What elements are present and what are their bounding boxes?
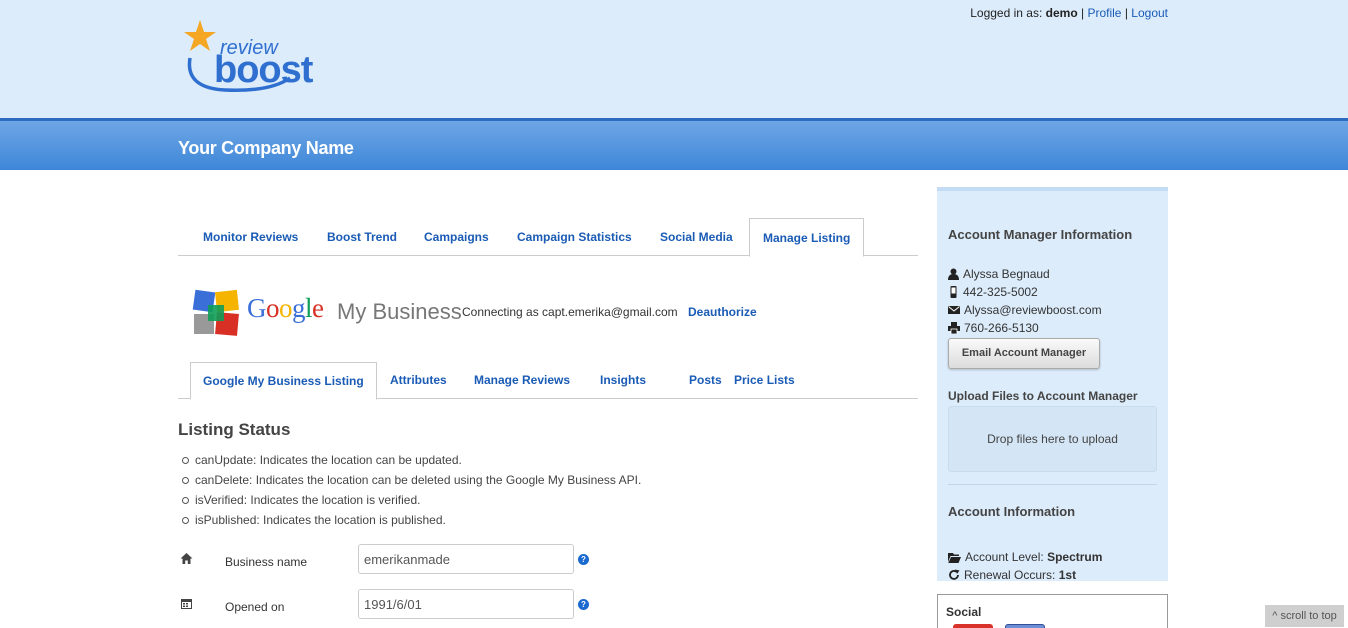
list-item: canDelete: Indicates the location can be… [182, 472, 641, 492]
renewal-line: Renewal Occurs: 1st [948, 566, 1076, 584]
calendar-icon [181, 599, 192, 609]
google-wordmark: Google [247, 293, 324, 324]
opened-on-input[interactable] [358, 589, 574, 619]
social-title: Social [946, 605, 982, 619]
business-name-label: Business name [225, 555, 308, 569]
login-separator-2: | [1124, 6, 1128, 20]
listing-status-title: Listing Status [178, 420, 291, 439]
printer-icon [948, 322, 960, 334]
logo-graphic: review boost [184, 20, 315, 92]
manager-name-line: Alyssa Begnaud [948, 265, 1050, 283]
tab-manage-listing[interactable]: Manage Listing [749, 218, 865, 257]
manager-email-line: Alyssa@reviewboost.com [948, 301, 1102, 319]
manager-phone: 442-325-5002 [963, 285, 1038, 299]
login-separator-1: | [1081, 6, 1085, 20]
deauthorize-link[interactable]: Deauthorize [688, 305, 757, 319]
account-sidebar: Account Manager Information Alyssa Begna… [937, 187, 1168, 584]
renewal-label: Renewal Occurs: [964, 568, 1056, 582]
account-manager-title: Account Manager Information [948, 227, 1133, 242]
google-letter-g: G [247, 293, 267, 323]
main-tabs: Monitor Reviews Boost Trend Campaigns Ca… [178, 218, 918, 257]
top-header: review boost Logged in as: demo | Profil… [0, 0, 1348, 118]
renewal-value: 1st [1058, 568, 1077, 582]
listing-status-list: canUpdate: Indicates the location can be… [182, 452, 641, 532]
subtab-price-lists[interactable]: Price Lists [722, 362, 807, 399]
upload-files-title: Upload Files to Account Manager [948, 389, 1138, 403]
reviewboost-logo[interactable]: review boost [180, 18, 340, 96]
login-username: demo [1045, 6, 1078, 20]
google-letter-o2: o [279, 293, 293, 323]
connecting-as-text: Connecting as capt.emerika@gmail.com [462, 305, 678, 319]
company-bar: Your Company Name [0, 118, 1348, 170]
manager-name: Alyssa Begnaud [963, 267, 1050, 281]
business-name-input[interactable] [358, 544, 574, 574]
login-status: Logged in as: demo | Profile | Logout [970, 6, 1168, 20]
mobile-phone-icon [950, 286, 957, 298]
google-letter-g2: g [292, 293, 306, 323]
opened-on-label: Opened on [225, 600, 285, 614]
account-level-value: Spectrum [1047, 550, 1103, 564]
tab-social-media[interactable]: Social Media [647, 218, 746, 256]
company-name: Your Company Name [178, 138, 354, 158]
logout-link[interactable]: Logout [1131, 6, 1168, 20]
help-icon[interactable]: ? [578, 599, 589, 610]
google-letter-e: e [312, 293, 324, 323]
tab-campaign-statistics[interactable]: Campaign Statistics [504, 218, 645, 256]
social-badge-blue[interactable] [1005, 624, 1045, 628]
profile-link[interactable]: Profile [1087, 6, 1121, 20]
google-letter-l: l [305, 293, 313, 323]
subtab-insights[interactable]: Insights [588, 362, 658, 399]
file-dropzone[interactable]: Drop files here to upload [948, 406, 1157, 472]
social-panel: Social [937, 594, 1168, 628]
subtab-gmb-listing[interactable]: Google My Business Listing [190, 362, 377, 400]
list-item: isPublished: Indicates the location is p… [182, 512, 641, 532]
list-item: canUpdate: Indicates the location can be… [182, 452, 641, 472]
login-prefix: Logged in as: [970, 6, 1043, 20]
gmb-sub-tabs: Google My Business Listing Attributes Ma… [178, 362, 918, 400]
subtab-attributes[interactable]: Attributes [378, 362, 459, 399]
home-icon [180, 553, 193, 564]
account-level-line: Account Level: Spectrum [948, 548, 1102, 566]
user-icon [948, 268, 959, 280]
email-account-manager-button[interactable]: Email Account Manager [948, 338, 1100, 369]
logo-text-boost: boost [214, 49, 314, 91]
account-level-label: Account Level: [965, 550, 1044, 564]
help-icon[interactable]: ? [578, 554, 589, 565]
google-letter-o1: o [266, 293, 280, 323]
refresh-icon [949, 569, 960, 580]
envelope-icon [948, 306, 960, 314]
scroll-to-top-button[interactable]: ^ scroll to top [1265, 605, 1344, 627]
folder-open-icon [948, 553, 961, 563]
manager-email[interactable]: Alyssa@reviewboost.com [964, 303, 1102, 317]
sidebar-divider [948, 484, 1157, 485]
manager-fax: 760-266-5130 [964, 321, 1039, 335]
manager-fax-line: 760-266-5130 [948, 319, 1039, 337]
gmb-logo-icon [192, 289, 239, 336]
manager-phone-line: 442-325-5002 [948, 283, 1038, 301]
account-information-title: Account Information [948, 504, 1076, 519]
tab-campaigns[interactable]: Campaigns [411, 218, 502, 256]
social-badge-red[interactable] [953, 624, 993, 628]
tab-boost-trend[interactable]: Boost Trend [314, 218, 410, 256]
list-item: isVerified: Indicates the location is ve… [182, 492, 641, 512]
my-business-wordmark: My Business [337, 299, 462, 324]
subtab-manage-reviews[interactable]: Manage Reviews [462, 362, 582, 399]
tab-monitor-reviews[interactable]: Monitor Reviews [190, 218, 311, 256]
